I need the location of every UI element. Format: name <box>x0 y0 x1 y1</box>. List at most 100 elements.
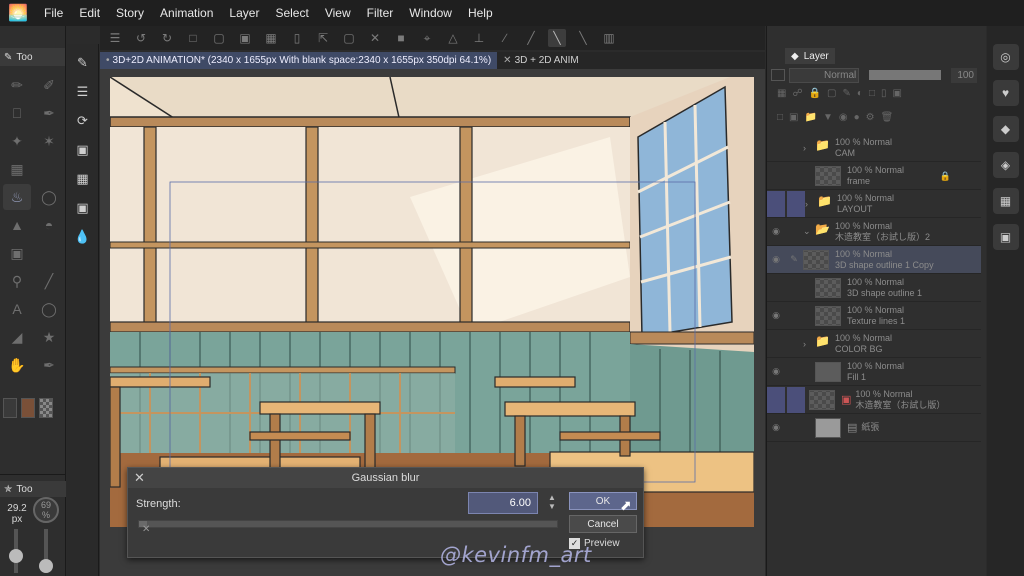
line-tool-icon[interactable]: ╱ <box>35 268 63 294</box>
ruler-tool-icon[interactable]: ◢ <box>3 324 31 350</box>
navigator-icon[interactable]: ◎ <box>992 44 1019 70</box>
text-tool-icon[interactable]: A <box>3 296 31 322</box>
menu-filter[interactable]: Filter <box>359 0 402 26</box>
pen-edit-icon[interactable]: ✎ <box>785 254 803 265</box>
new-icon[interactable]: □ <box>184 29 202 47</box>
snap-icon[interactable]: ⊥ <box>470 29 488 47</box>
shape-icon[interactable]: △ <box>444 29 462 47</box>
eyedropper-tool-icon[interactable]: ✒ <box>35 100 63 126</box>
material-icon[interactable]: ▦ <box>992 188 1019 214</box>
sliders-icon[interactable]: ☰ <box>72 81 94 103</box>
chevron-right-icon[interactable]: › <box>803 143 815 153</box>
ref-icon[interactable]: ☍ <box>792 88 802 104</box>
layers-panel-icon[interactable]: ◈ <box>992 152 1019 178</box>
edit-toggle[interactable] <box>787 190 805 217</box>
layer-row-outline[interactable]: 100 % Normal 3D shape outline 1 <box>767 274 981 302</box>
brush-opacity-slider[interactable] <box>39 529 53 573</box>
chart-icon[interactable]: ∕ <box>496 29 514 47</box>
ruler-snap-icon[interactable]: ╱ <box>522 29 540 47</box>
stamp-icon[interactable]: ▣ <box>72 139 94 161</box>
search-tool-icon[interactable]: ⚲ <box>3 268 31 294</box>
tool-tab[interactable]: ✎ Too <box>0 48 65 66</box>
strength-slider[interactable] <box>138 520 558 528</box>
cancel-button[interactable]: Cancel <box>569 515 637 533</box>
pen-snap-icon[interactable]: ╲ <box>548 29 566 47</box>
draft-icon[interactable]: ✎ <box>843 88 851 104</box>
layer-row-cam[interactable]: › 📁 100 % Normal CAM <box>767 134 981 162</box>
main-color-swatch[interactable] <box>3 398 17 418</box>
picker-tool-icon[interactable]: ✒ <box>35 352 63 378</box>
perspective-icon[interactable]: ╲ <box>574 29 592 47</box>
close-icon[interactable]: ✕ <box>134 470 145 486</box>
layer-row-frame[interactable]: 100 % Normal frame 🔒 <box>767 162 981 190</box>
pattern-icon[interactable]: ▦ <box>72 168 94 190</box>
strength-stepper[interactable]: ▲ ▼ <box>546 493 558 513</box>
redo-icon[interactable]: ↻ <box>158 29 176 47</box>
layer-row-texture[interactable]: ◉ 100 % Normal Texture lines 1 <box>767 302 981 330</box>
lock-icon[interactable]: 🔒 <box>809 88 821 104</box>
alpha-lock-icon[interactable]: ▢ <box>827 88 836 104</box>
transparent-swatch[interactable] <box>39 398 53 418</box>
mask-icon[interactable]: □ <box>869 88 875 104</box>
chevron-up-icon[interactable]: ▲ <box>546 493 558 502</box>
palette-icon[interactable]: ◐ <box>857 88 863 104</box>
rotate-icon[interactable]: ▥ <box>600 29 618 47</box>
visibility-toggle[interactable] <box>767 386 785 413</box>
brush-size-slider[interactable] <box>9 529 23 573</box>
chevron-down-icon[interactable]: ⌄ <box>803 226 815 237</box>
visibility-toggle[interactable] <box>767 190 785 217</box>
layer-color-icon[interactable] <box>771 69 785 81</box>
sub-color-swatch[interactable] <box>21 398 35 418</box>
merge-icon[interactable]: ▼ <box>823 112 833 128</box>
drop-icon[interactable]: 💧 <box>72 226 94 248</box>
doc-tab-active[interactable]: • 3D+2D ANIMATION* (2340 x 1655px With b… <box>100 52 498 69</box>
opacity-input[interactable]: 100 <box>951 67 977 83</box>
open-icon[interactable]: ▢ <box>210 29 228 47</box>
undo-icon[interactable]: ↺ <box>132 29 150 47</box>
slider-handle-icon[interactable]: ✕ <box>142 524 150 535</box>
menu-layer[interactable]: Layer <box>221 0 267 26</box>
transform-icon[interactable]: ⟳ <box>72 110 94 132</box>
new-folder-icon[interactable]: 📁 <box>805 112 817 128</box>
layer-property-icon[interactable]: ◆ <box>992 116 1019 142</box>
magic-tool-icon[interactable]: ✶ <box>35 128 63 154</box>
grid-tool-icon[interactable]: ▦ <box>3 156 31 182</box>
settings-icon[interactable]: ⚙ <box>866 112 875 128</box>
balloon-tool-icon[interactable]: ◯ <box>35 296 63 322</box>
frame-tool-icon[interactable]: ▣ <box>3 240 31 266</box>
eraser-tool-icon[interactable]: ⎕ <box>3 100 31 126</box>
menu-select[interactable]: Select <box>267 0 316 26</box>
menu-window[interactable]: Window <box>401 0 460 26</box>
mask-add-icon[interactable]: ◉ <box>839 112 848 128</box>
fill-icon[interactable]: ■ <box>392 29 410 47</box>
blend-tool-icon[interactable]: ♨ <box>3 184 31 210</box>
strength-input[interactable] <box>468 492 538 514</box>
tab-close-icon[interactable]: ✕ <box>503 55 511 66</box>
film-icon[interactable]: ▣ <box>72 197 94 219</box>
edit-toggle[interactable] <box>787 386 805 413</box>
layer-color-pick-icon[interactable]: ▣ <box>893 88 902 104</box>
clip-icon[interactable]: ▦ <box>777 88 786 104</box>
grid-icon[interactable]: ▦ <box>262 29 280 47</box>
layer-tab[interactable]: ◆ Layer <box>785 48 835 64</box>
app-logo-icon[interactable]: 🌅 <box>0 0 36 26</box>
ruler-layer-icon[interactable]: ▯ <box>881 88 887 104</box>
visibility-eye-icon[interactable]: ◉ <box>767 310 785 321</box>
visibility-eye-icon[interactable]: ◉ <box>767 422 785 433</box>
brush-tab[interactable]: ✯ Too <box>0 481 66 497</box>
layer-row-classroom-2[interactable]: ◉ ⌄ 📂 100 % Normal 木造教室（お試し版）2 <box>767 218 981 246</box>
visibility-eye-icon[interactable]: ◉ <box>767 226 785 237</box>
fill-tool-icon[interactable]: ▲ <box>3 212 31 238</box>
pencil-tool-icon[interactable]: ✐ <box>35 72 63 98</box>
new-vector-icon[interactable]: ▣ <box>789 112 798 128</box>
menu-help[interactable]: Help <box>460 0 501 26</box>
layer-row-color-bg[interactable]: › 📁 100 % Normal COLOR BG <box>767 330 981 358</box>
brush-settings-icon[interactable]: ✎ <box>72 52 94 74</box>
pen-tool-icon[interactable]: ✏ <box>3 72 31 98</box>
layer-row-classroom-model[interactable]: ▣ 100 % Normal 木造教室（お試し版） <box>767 386 981 414</box>
menu-animation[interactable]: Animation <box>152 0 221 26</box>
visibility-eye-icon[interactable]: ◉ <box>767 366 785 377</box>
star-tool-icon[interactable]: ✦ <box>3 128 31 154</box>
menu-file[interactable]: File <box>36 0 71 26</box>
layer-row-fill[interactable]: ◉ 100 % Normal Fill 1 <box>767 358 981 386</box>
